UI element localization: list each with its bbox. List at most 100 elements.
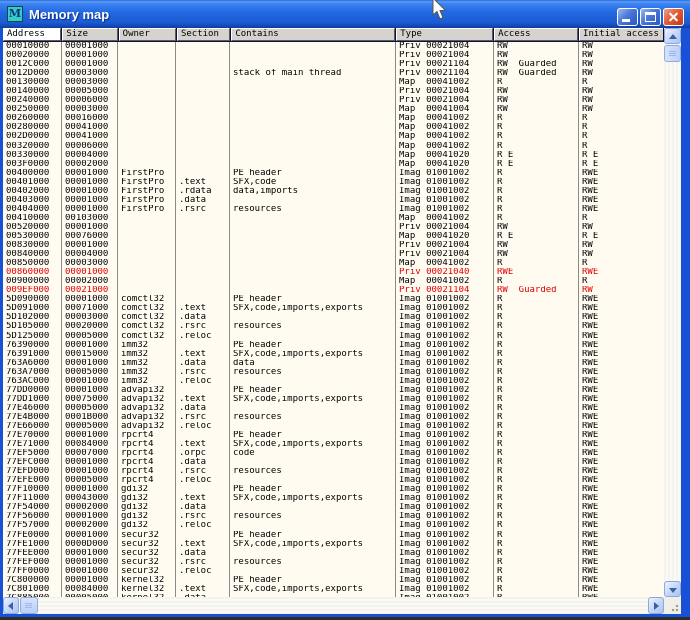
table-row[interactable]: 00240000 00006000 Priv 00021004 RW RW [3,96,664,105]
table-row[interactable]: 763A7000 00005000 imm32 .rsrc resources … [3,368,664,377]
table-row[interactable]: 00130000 00003000 Map 00041002 R R [3,78,664,87]
table-row[interactable]: 77DD1000 00075000 advapi32 .text SFX,cod… [3,395,664,404]
scroll-up-button[interactable] [664,28,681,44]
table-row[interactable]: 003F0000 00002000 Map 00041020 R E R E [3,160,664,169]
cell-size: 00005000 [62,476,118,485]
table-row[interactable]: 77FF0000 00001000 secur32 .reloc Imag 01… [3,567,664,576]
table-row[interactable]: 76390000 00001000 imm32 PE header Imag 0… [3,341,664,350]
scroll-left-button[interactable] [3,597,19,614]
table-row[interactable]: 00530000 00076000 Map 00041020 R E R E [3,232,664,241]
horizontal-scroll-thumb[interactable] [20,597,38,614]
column-header-owner[interactable]: Owner [119,28,176,41]
table-row[interactable]: 77F54000 00002000 gdi32 .data Imag 01001… [3,503,664,512]
memory-map-icon[interactable]: M [7,6,23,22]
vertical-scrollbar[interactable] [664,28,681,597]
table-row[interactable]: 77EFD000 00001000 rpcrt4 .rsrc resources… [3,467,664,476]
cell-section: .data [176,313,230,322]
table-row[interactable]: 5D090000 00001000 comctl32 PE header Ima… [3,295,664,304]
table-row[interactable]: 00250000 00003000 Map 00041004 RW RW [3,105,664,114]
table-row[interactable]: 77E66000 00005000 advapi32 .reloc Imag 0… [3,422,664,431]
title-bar[interactable]: M Memory map [0,0,690,28]
table-row[interactable]: 00850000 00003000 Map 00041002 R R [3,259,664,268]
cell-initial-access: RWE [579,521,664,530]
table-row[interactable]: 77FEE000 00001000 secur32 .data Imag 010… [3,549,664,558]
maximize-button[interactable] [640,8,661,26]
cell-section: .text [176,395,230,404]
table-row[interactable]: 5D091000 00071000 comctl32 .text SFX,cod… [3,304,664,313]
table-row[interactable]: 77EFC000 00001000 rpcrt4 .data Imag 0100… [3,458,664,467]
table-row[interactable]: 00400000 00001000 FirstPro PE header Ima… [3,169,664,178]
table-row[interactable]: 77F10000 00001000 gdi32 PE header Imag 0… [3,485,664,494]
cell-access: R [494,368,579,377]
table-row[interactable]: 77F11000 00043000 gdi32 .text SFX,code,i… [3,494,664,503]
table-row[interactable]: 00280000 00041000 Map 00041002 R R [3,123,664,132]
cell-contains [230,404,396,413]
table-row[interactable]: 5D102000 00003000 comctl32 .data Imag 01… [3,313,664,322]
column-header-access[interactable]: Access [494,28,578,41]
table-row[interactable]: 77E71000 00084000 rpcrt4 .text SFX,code,… [3,440,664,449]
table-row[interactable]: 5D105000 00020000 comctl32 .rsrc resourc… [3,322,664,331]
table-row[interactable]: 00402000 00001000 FirstPro .rdata data,i… [3,187,664,196]
cell-contains [230,259,396,268]
cell-owner [118,42,176,51]
cell-size: 00001000 [62,268,118,277]
column-header-address[interactable]: Address [3,28,61,41]
cell-size: 00001000 [62,567,118,576]
table-row[interactable]: 5D125000 00005000 comctl32 .reloc Imag 0… [3,332,664,341]
cell-address: 00900000 [3,277,62,286]
column-header-initial-access[interactable]: Initial access [579,28,663,41]
table-row[interactable]: 00330000 00004000 Map 00041020 R E R E [3,151,664,160]
vertical-scroll-thumb[interactable] [664,45,681,62]
cell-access: RW Guarded [494,286,579,295]
table-row[interactable]: 77FE0000 00001000 secur32 PE header Imag… [3,531,664,540]
table-row[interactable]: 00010000 00001000 Priv 00021004 RW RW [3,42,664,51]
column-header-size[interactable]: Size [62,28,117,41]
table-row[interactable]: 7C801000 00084000 kernel32 .text SFX,cod… [3,585,664,594]
table-row[interactable]: 00403000 00001000 FirstPro .data Imag 01… [3,196,664,205]
table-row[interactable]: 0012D000 00003000 stack of main thread P… [3,69,664,78]
table-row[interactable]: 00401000 00001000 FirstPro .text SFX,cod… [3,178,664,187]
table-row[interactable]: 77F57000 00002000 gdi32 .reloc Imag 0100… [3,521,664,530]
table-row[interactable]: 00140000 00005000 Priv 00021004 RW RW [3,87,664,96]
horizontal-scrollbar[interactable] [3,597,664,614]
column-header-contains[interactable]: Contains [231,28,395,41]
cell-contains: data [230,359,396,368]
table-row[interactable]: 0012C000 00001000 Priv 00021104 RW Guard… [3,60,664,69]
cell-type: Priv 00021004 [396,87,494,96]
column-header-section[interactable]: Section [177,28,230,41]
table-row[interactable]: 76391000 00015000 imm32 .text SFX,code,i… [3,350,664,359]
table-row[interactable]: 7C800000 00001000 kernel32 PE header Ima… [3,576,664,585]
minimize-button[interactable] [617,8,638,26]
column-header-type[interactable]: Type [396,28,493,41]
table-row[interactable]: 00404000 00001000 FirstPro .rsrc resourc… [3,205,664,214]
table-row[interactable]: 77E70000 00001000 rpcrt4 PE header Imag … [3,431,664,440]
table-row[interactable]: 77E4B000 0001B000 advapi32 .rsrc resourc… [3,413,664,422]
table-row[interactable]: 00900000 00002000 Map 00041002 R R [3,277,664,286]
cell-section: .text [176,350,230,359]
table-row[interactable]: 77FE1000 0000D000 secur32 .text SFX,code… [3,540,664,549]
table-row[interactable]: 00830000 00001000 Priv 00021004 RW RW [3,241,664,250]
table-row[interactable]: 00410000 00103000 Map 00041002 R R [3,214,664,223]
table-row[interactable]: 009EF000 00021000 Priv 00021104 RW Guard… [3,286,664,295]
scroll-right-button[interactable] [648,597,664,614]
close-button[interactable] [663,8,684,26]
table-row[interactable]: 00320000 00006000 Map 00041002 R R [3,142,664,151]
table-row[interactable]: 77DD0000 00001000 advapi32 PE header Ima… [3,386,664,395]
table-row[interactable]: 77F56000 00001000 gdi32 .rsrc resources … [3,512,664,521]
scroll-down-button[interactable] [664,581,681,597]
table-row[interactable]: 77FEF000 00001000 secur32 .rsrc resource… [3,558,664,567]
table-row[interactable]: 77EFE000 00005000 rpcrt4 .reloc Imag 010… [3,476,664,485]
cell-initial-access: RWE [579,585,664,594]
table-row[interactable]: 00860000 00001000 Priv 00021040 RWE RWE [3,268,664,277]
table-row[interactable]: 763A6000 00001000 imm32 .data data Imag … [3,359,664,368]
table-row[interactable]: 77EF5000 00007000 rpcrt4 .orpc code Imag… [3,449,664,458]
table-row[interactable]: 00020000 00001000 Priv 00021004 RW RW [3,51,664,60]
table-row[interactable]: 00260000 00016000 Map 00041002 R R [3,114,664,123]
table-row[interactable]: 002D0000 00041000 Map 00041002 R R [3,132,664,141]
table-row[interactable]: 00840000 00004000 Priv 00021004 RW RW [3,250,664,259]
table-row[interactable]: 77E46000 00005000 advapi32 .data Imag 01… [3,404,664,413]
table-row[interactable]: 00520000 00001000 Priv 00021004 RW RW [3,223,664,232]
cell-access: R [494,422,579,431]
resize-grip[interactable] [664,597,681,614]
table-row[interactable]: 763AC000 00001000 imm32 .reloc Imag 0100… [3,377,664,386]
